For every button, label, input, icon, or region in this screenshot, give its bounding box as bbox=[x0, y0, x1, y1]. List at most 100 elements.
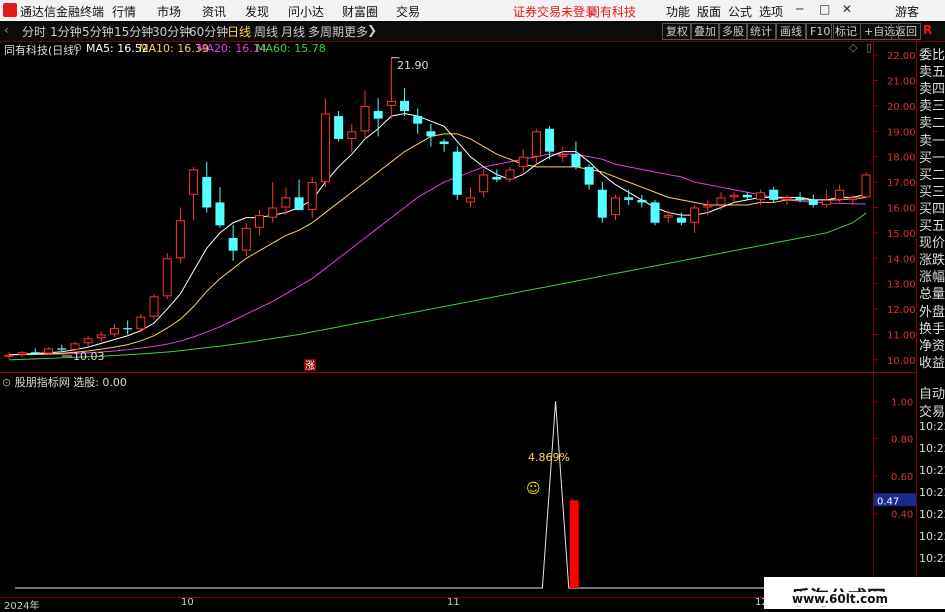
candle-body bbox=[835, 189, 845, 200]
price-grid bbox=[0, 54, 878, 361]
watermark-url: www.60lt.com bbox=[790, 592, 891, 606]
candle-body bbox=[215, 202, 225, 226]
indicator-line bbox=[15, 401, 872, 589]
price-axis: 22.00 21.00 20.00 19.00 18.00 17.00 16.00 15.00… bbox=[887, 51, 916, 367]
side-panel-lower-item[interactable]: 自动 bbox=[919, 383, 945, 402]
price-tick-label: 16.00 bbox=[887, 204, 916, 215]
time-label: 10:22 bbox=[919, 420, 945, 433]
side-panel-item[interactable]: 收益 bbox=[919, 352, 945, 371]
candle-body bbox=[109, 328, 119, 335]
time-label: 10:22 bbox=[919, 442, 945, 455]
indicator-pct-sign: % bbox=[559, 451, 570, 464]
low-label: 10.03 bbox=[73, 350, 105, 363]
candle-body bbox=[637, 199, 647, 203]
candle-body bbox=[57, 348, 67, 350]
candle-body bbox=[255, 215, 265, 228]
candle-body bbox=[769, 189, 779, 200]
price-tick-label: 18.00 bbox=[887, 153, 916, 164]
candle-body bbox=[545, 128, 555, 152]
candle-body bbox=[202, 177, 212, 208]
candle-body bbox=[281, 197, 291, 208]
candle-body bbox=[518, 156, 528, 167]
candle-body bbox=[690, 207, 700, 223]
candle-body bbox=[426, 131, 436, 137]
indicator-header: ⊙ 股朋指标网 选股: 0.00 bbox=[2, 374, 127, 390]
candle-body bbox=[123, 328, 133, 330]
candle-body bbox=[189, 169, 199, 195]
price-tick-label: 10.00 bbox=[887, 356, 916, 367]
candle-body bbox=[175, 220, 185, 259]
candle-body bbox=[597, 189, 607, 218]
candle-body bbox=[795, 197, 805, 200]
candle-body bbox=[83, 338, 93, 344]
candle-body bbox=[347, 131, 357, 139]
candle-body bbox=[400, 100, 410, 112]
candle-body bbox=[848, 197, 858, 200]
price-tick-label: 20.00 bbox=[887, 102, 916, 113]
price-tick-label: 21.00 bbox=[887, 77, 916, 88]
indicator-pct: 4.869% bbox=[528, 451, 570, 464]
ind-tick-label: 0.80 bbox=[891, 435, 913, 446]
candle-body bbox=[373, 111, 383, 119]
indicator-toggle-icon[interactable]: ⊙ bbox=[2, 376, 11, 389]
candle-body bbox=[320, 113, 330, 183]
zhang-marker: 涨 bbox=[305, 360, 315, 372]
indicator-current-value: 0.47 bbox=[877, 496, 899, 507]
candles bbox=[4, 57, 871, 359]
candle-body bbox=[703, 204, 713, 208]
candle-body bbox=[465, 197, 475, 203]
date-label-year: 2024年 bbox=[4, 601, 40, 612]
candle-body bbox=[531, 131, 541, 157]
candle-body bbox=[610, 197, 620, 216]
high-label: 21.90 bbox=[397, 59, 429, 72]
candle-body bbox=[96, 334, 106, 339]
indicator-bar bbox=[569, 500, 579, 588]
candle-body bbox=[294, 197, 304, 211]
candle-body bbox=[241, 227, 251, 251]
ma60-line bbox=[8, 212, 867, 361]
candle-body bbox=[492, 177, 502, 180]
candle-body bbox=[4, 354, 14, 357]
candle-body bbox=[861, 174, 871, 198]
price-tick-label: 13.00 bbox=[887, 280, 916, 291]
candle-body bbox=[742, 194, 752, 198]
price-tick-label: 14.00 bbox=[887, 254, 916, 265]
candle-body bbox=[44, 348, 54, 354]
candle-body bbox=[70, 343, 80, 350]
candle-body bbox=[228, 237, 238, 251]
side-panel-lower-item[interactable]: 交易 bbox=[919, 401, 945, 420]
ind-tick-label: 0.40 bbox=[891, 509, 913, 520]
candle-body bbox=[505, 169, 515, 180]
candle-body bbox=[808, 199, 818, 205]
candle-body bbox=[584, 166, 594, 185]
time-label: 10:22 bbox=[919, 530, 945, 543]
candle-body bbox=[558, 154, 568, 157]
indicator-pct-value: 4.869 bbox=[528, 451, 560, 464]
candle-body bbox=[413, 116, 423, 124]
candle-body bbox=[149, 296, 159, 317]
price-tick-label: 22.00 bbox=[887, 51, 916, 62]
candle-body bbox=[756, 192, 766, 200]
date-label-nov: 11 bbox=[447, 597, 460, 608]
smile-icon: ☺ bbox=[526, 481, 541, 497]
kline-chart[interactable]: 1.00 0.80 0.60 0.40 0.47 22.00 21.00 20.00 19.0… bbox=[0, 0, 945, 609]
candle-body bbox=[663, 215, 673, 218]
candle-body bbox=[452, 151, 462, 195]
candle-body bbox=[650, 202, 660, 223]
ind-tick-label: 0.60 bbox=[891, 472, 913, 483]
time-label: 10:22 bbox=[919, 486, 945, 499]
candle-body bbox=[307, 182, 317, 211]
indicator-plot: 1.00 0.80 0.60 0.40 0.47 bbox=[0, 397, 916, 589]
candle-body bbox=[821, 199, 831, 205]
ind-tick-label: 1.00 bbox=[891, 397, 913, 408]
time-label: 10:22 bbox=[919, 552, 945, 565]
candle-body bbox=[386, 100, 396, 106]
candle-body bbox=[334, 116, 344, 139]
price-tick-label: 17.00 bbox=[887, 178, 916, 189]
price-tick-label: 11.00 bbox=[887, 330, 916, 341]
candle-body bbox=[136, 316, 146, 330]
candle-body bbox=[676, 217, 686, 223]
price-tick-label: 12.00 bbox=[887, 305, 916, 316]
candle-body bbox=[30, 352, 40, 354]
candle-body bbox=[162, 258, 172, 297]
